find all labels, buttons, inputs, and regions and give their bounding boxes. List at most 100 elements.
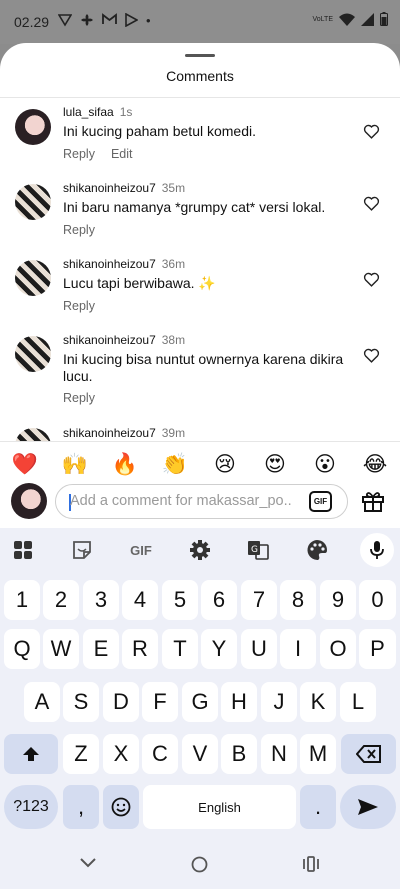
key-y[interactable]: Y [201, 629, 237, 669]
voice-input-button[interactable] [360, 533, 394, 567]
space-bar[interactable]: English [143, 785, 296, 829]
send-key[interactable] [340, 785, 396, 829]
gmail-icon [102, 13, 117, 24]
key-8[interactable]: 8 [280, 580, 316, 620]
key-m[interactable]: M [300, 734, 336, 774]
emoji-clapping[interactable]: 👏 [159, 452, 191, 477]
settings-gear-icon[interactable] [187, 537, 213, 563]
key-z[interactable]: Z [63, 734, 99, 774]
like-heart-icon[interactable] [363, 123, 380, 140]
shift-arrow-icon [23, 747, 39, 761]
emoji-heart[interactable]: ❤️ [9, 452, 41, 477]
key-4[interactable]: 4 [122, 580, 158, 620]
key-p[interactable]: P [359, 629, 396, 669]
sticker-icon[interactable] [69, 537, 95, 563]
gif-tool-button[interactable]: GIF [124, 537, 158, 563]
emoji-fire[interactable]: 🔥 [109, 452, 141, 477]
shift-key[interactable] [4, 734, 58, 774]
reply-button[interactable]: Reply [63, 223, 95, 237]
send-arrow-icon [358, 799, 378, 815]
reply-button[interactable]: Reply [63, 299, 95, 313]
emoji-laughing[interactable]: 😂 [359, 452, 391, 477]
comment-username[interactable]: shikanoinheizou7 [63, 257, 156, 271]
avatar[interactable] [15, 109, 51, 145]
fan-icon [81, 14, 93, 26]
header-divider [0, 97, 400, 98]
play-store-icon [125, 13, 138, 27]
hide-keyboard-chevron-icon[interactable] [80, 858, 96, 868]
quick-emoji-row: ❤️ 🙌 🔥 👏 😢 😍 😮 😂 [0, 452, 400, 477]
key-g[interactable]: G [182, 682, 218, 722]
key-d[interactable]: D [103, 682, 139, 722]
comment-username[interactable]: shikanoinheizou7 [63, 333, 156, 347]
key-l[interactable]: L [340, 682, 376, 722]
battery-icon [380, 12, 388, 26]
recents-icon[interactable] [303, 856, 319, 872]
like-heart-icon[interactable] [363, 347, 380, 364]
key-j[interactable]: J [261, 682, 297, 722]
like-heart-icon[interactable] [363, 195, 380, 212]
avatar[interactable] [15, 336, 51, 372]
key-o[interactable]: O [320, 629, 356, 669]
apps-grid-icon[interactable] [10, 537, 36, 563]
emoji-heart-eyes[interactable]: 😍 [259, 452, 291, 477]
key-w[interactable]: W [43, 629, 79, 669]
comment-time: 35m [161, 181, 186, 195]
key-9[interactable]: 9 [320, 580, 356, 620]
key-b[interactable]: B [221, 734, 257, 774]
my-avatar [11, 483, 47, 519]
period-key[interactable]: . [300, 785, 336, 829]
emoji-crying[interactable]: 😢 [209, 452, 241, 477]
key-x[interactable]: X [103, 734, 139, 774]
comment-time: 38m [161, 333, 186, 347]
more-notifications-dot: • [146, 13, 151, 28]
comma-key[interactable]: , [63, 785, 99, 829]
comment-username[interactable]: lula_sifaa [63, 105, 114, 119]
key-i[interactable]: I [280, 629, 316, 669]
key-0[interactable]: 0 [359, 580, 396, 620]
key-u[interactable]: U [241, 629, 277, 669]
key-1[interactable]: 1 [4, 580, 40, 620]
key-k[interactable]: K [300, 682, 336, 722]
emoji-key[interactable] [103, 785, 139, 829]
comment-username[interactable]: shikanoinheizou7 [63, 426, 156, 440]
emoji-raised-hands[interactable]: 🙌 [59, 452, 91, 477]
key-h[interactable]: H [221, 682, 257, 722]
comment-text: Ini kucing paham betul komedi. [63, 123, 256, 139]
key-7[interactable]: 7 [241, 580, 277, 620]
avatar[interactable] [15, 260, 51, 296]
key-2[interactable]: 2 [43, 580, 79, 620]
reply-button[interactable]: Reply [63, 147, 95, 161]
key-a[interactable]: A [24, 682, 60, 722]
key-t[interactable]: T [162, 629, 198, 669]
comment-input[interactable]: Add a comment for makassar_po... GIF [55, 484, 348, 519]
emoji-surprised[interactable]: 😮 [309, 452, 341, 477]
key-c[interactable]: C [142, 734, 178, 774]
key-6[interactable]: 6 [201, 580, 237, 620]
symbols-key[interactable]: ?123 [4, 785, 58, 829]
backspace-icon [355, 745, 381, 763]
key-r[interactable]: R [122, 629, 158, 669]
key-f[interactable]: F [142, 682, 178, 722]
home-circle-icon[interactable] [191, 856, 208, 873]
drag-handle[interactable] [185, 54, 215, 57]
key-3[interactable]: 3 [83, 580, 119, 620]
comment-compose-bar: ❤️ 🙌 🔥 👏 😢 😍 😮 😂 Add a comment for makas… [0, 441, 400, 528]
theme-palette-icon[interactable] [304, 537, 330, 563]
key-n[interactable]: N [261, 734, 297, 774]
avatar[interactable] [15, 184, 51, 220]
gif-button[interactable]: GIF [309, 491, 332, 512]
sheet-title: Comments [166, 68, 234, 84]
backspace-key[interactable] [341, 734, 396, 774]
key-v[interactable]: V [182, 734, 218, 774]
like-heart-icon[interactable] [363, 271, 380, 288]
key-q[interactable]: Q [4, 629, 40, 669]
reply-button[interactable]: Reply [63, 391, 95, 405]
edit-button[interactable]: Edit [111, 147, 133, 161]
translate-icon[interactable]: G [245, 537, 271, 563]
key-s[interactable]: S [63, 682, 99, 722]
comment-username[interactable]: shikanoinheizou7 [63, 181, 156, 195]
key-5[interactable]: 5 [162, 580, 198, 620]
key-e[interactable]: E [83, 629, 119, 669]
gift-icon[interactable] [361, 490, 385, 512]
